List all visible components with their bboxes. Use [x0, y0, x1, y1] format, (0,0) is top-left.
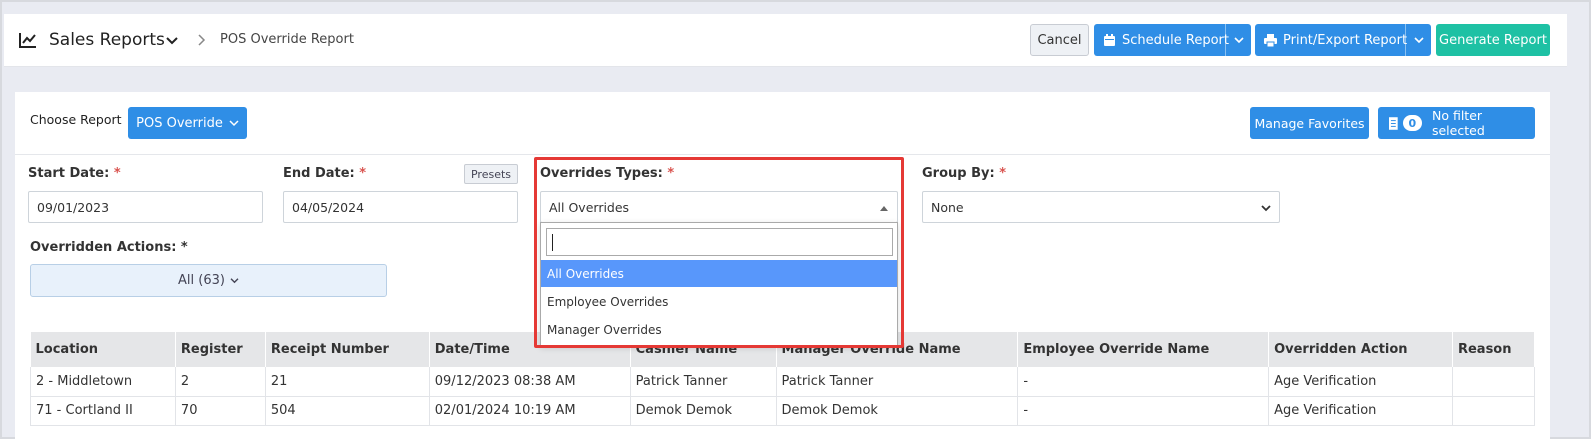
start-date-input[interactable]: 09/01/2023 — [28, 191, 263, 223]
group-by-label: Group By: * — [922, 166, 1006, 181]
print-export-toggle[interactable] — [1405, 24, 1431, 56]
generate-report-button[interactable]: Generate Report — [1436, 24, 1550, 56]
calendar-icon — [1104, 33, 1115, 46]
end-date-input[interactable]: 04/05/2024 — [283, 191, 518, 223]
caret-up-icon — [880, 206, 888, 211]
schedule-report-label: Schedule Report — [1122, 32, 1229, 48]
presets-label: Presets — [470, 167, 512, 181]
chevron-down-icon — [230, 278, 239, 284]
chevron-down-icon — [1261, 205, 1271, 212]
manage-favorites-label: Manage Favorites — [1254, 115, 1365, 131]
filter-count-badge: 0 — [1402, 115, 1422, 131]
chevron-down-icon — [229, 120, 239, 127]
table-cell: 70 — [175, 396, 266, 426]
table-cell: 02/01/2024 10:19 AM — [429, 396, 631, 426]
table-cell: 71 - Cortland II — [30, 396, 176, 426]
end-date-label-text: End Date: — [283, 166, 355, 181]
overrides-types-label-text: Overrides Types: — [540, 166, 663, 181]
table-cell: - — [1017, 367, 1270, 397]
table-row: 2 - Middletown 2 21 09/12/2023 08:38 AM Patr… — [30, 367, 1536, 397]
chevron-right-icon — [198, 34, 206, 46]
table-cell: Patrick Tanner — [630, 367, 777, 397]
results-table: Location Register Receipt Number Date/Time C… — [30, 332, 1536, 426]
filter-list-icon — [1389, 116, 1398, 130]
required-mark: * — [999, 166, 1007, 181]
chevron-down-icon — [1233, 37, 1244, 44]
overrides-types-select[interactable]: All Overrides — [540, 191, 898, 223]
table-cell: 2 — [175, 367, 266, 397]
filter-label: No filter selected — [1431, 108, 1485, 138]
print-export-label: Print/Export Report — [1283, 32, 1408, 48]
breadcrumb: POS Override Report — [220, 32, 354, 47]
table-cell: Age Verification — [1268, 396, 1453, 426]
overridden-actions-label: Overridden Actions: * — [30, 240, 188, 255]
manage-favorites-button[interactable]: Manage Favorites — [1250, 107, 1369, 139]
start-date-label-text: Start Date: — [28, 166, 110, 181]
table-cell: Patrick Tanner — [776, 367, 1019, 397]
divider — [15, 154, 1550, 155]
start-date-value: 09/01/2023 — [37, 199, 110, 215]
report-card: Choose Report POS Override Manage Favori… — [15, 92, 1550, 439]
app-title: Sales Reports — [49, 30, 165, 50]
dropdown-option[interactable]: Manager Overrides — [541, 316, 897, 343]
column-header[interactable]: Reason — [1452, 332, 1536, 367]
table-cell: - — [1017, 396, 1270, 426]
table-cell: Demok Demok — [776, 396, 1019, 426]
end-date-value: 04/05/2024 — [292, 199, 365, 215]
start-date-label: Start Date: * — [28, 166, 121, 181]
table-cell: 2 - Middletown — [30, 367, 176, 397]
choose-report-label: Choose Report — [30, 112, 122, 127]
chevron-down-icon — [1413, 37, 1424, 44]
group-by-value: None — [931, 199, 964, 215]
required-mark: * — [359, 166, 367, 181]
column-header[interactable]: Overridden Action — [1268, 332, 1453, 367]
table-cell: Demok Demok — [630, 396, 777, 426]
page-header: Sales Reports POS Override Report Cancel… — [4, 14, 1567, 67]
printer-icon — [1264, 33, 1277, 47]
schedule-report-toggle[interactable] — [1225, 24, 1251, 56]
dropdown-option[interactable]: All Overrides — [541, 260, 897, 287]
column-header[interactable]: Employee Override Name — [1017, 332, 1270, 367]
table-row: 71 - Cortland II 70 504 02/01/2024 10:19 AM… — [30, 396, 1536, 426]
overridden-actions-select[interactable]: All (63) — [30, 264, 387, 297]
end-date-label: End Date: * — [283, 166, 366, 181]
overrides-dropdown: All Overrides Employee Overrides Manager O… — [540, 222, 898, 346]
column-header[interactable]: Register — [175, 332, 266, 367]
chevron-down-icon[interactable] — [166, 36, 178, 46]
table-cell — [1452, 367, 1536, 397]
presets-button[interactable]: Presets — [464, 164, 518, 184]
report-select-label: POS Override — [136, 115, 223, 131]
dropdown-option[interactable]: Employee Overrides — [541, 288, 897, 315]
overridden-actions-value: All (63) — [178, 273, 225, 288]
table-cell: Age Verification — [1268, 367, 1453, 397]
column-header[interactable]: Receipt Number — [265, 332, 430, 367]
cancel-button[interactable]: Cancel — [1030, 24, 1089, 56]
overrides-types-value: All Overrides — [549, 199, 630, 215]
group-by-select[interactable]: None — [922, 191, 1280, 223]
filter-button[interactable]: 0 No filter selected — [1378, 107, 1535, 139]
dropdown-search-input[interactable] — [546, 228, 893, 256]
print-export-button[interactable]: Print/Export Report — [1255, 24, 1431, 56]
required-mark: * — [667, 166, 675, 181]
required-mark: * — [113, 166, 121, 181]
cancel-button-label: Cancel — [1037, 32, 1082, 48]
receipt-link[interactable]: 21 — [265, 367, 430, 397]
generate-report-label: Generate Report — [1439, 32, 1547, 48]
table-cell: 09/12/2023 08:38 AM — [429, 367, 631, 397]
line-chart-icon — [19, 33, 36, 48]
text-caret — [552, 234, 553, 251]
receipt-link[interactable]: 504 — [265, 396, 430, 426]
group-by-label-text: Group By: — [922, 166, 995, 181]
column-header[interactable]: Location — [30, 332, 176, 367]
schedule-report-button[interactable]: Schedule Report — [1094, 24, 1251, 56]
report-select-button[interactable]: POS Override — [128, 107, 247, 139]
overrides-types-label: Overrides Types: * — [540, 166, 674, 181]
table-cell — [1452, 396, 1536, 426]
